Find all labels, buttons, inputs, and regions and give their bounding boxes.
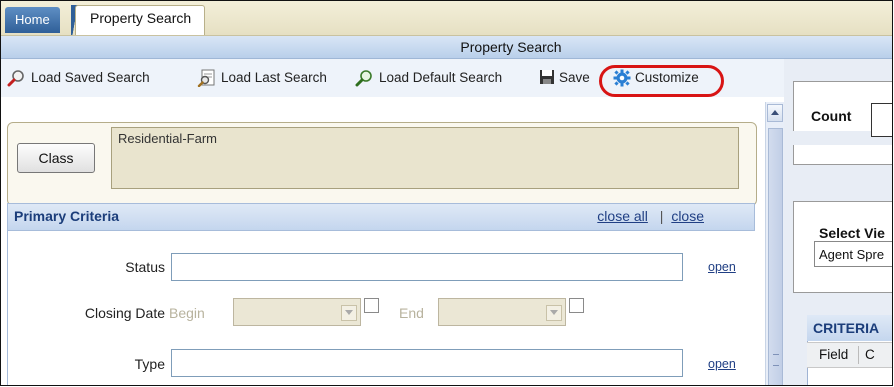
class-button[interactable]: Class (17, 143, 95, 173)
status-input[interactable] (171, 253, 683, 281)
load-default-search-label: Load Default Search (379, 70, 503, 85)
criteria-col-c[interactable]: C (865, 343, 875, 367)
load-last-search-button[interactable]: Load Last Search (197, 68, 327, 88)
link-separator: | (659, 208, 664, 224)
close-all-link[interactable]: close all (597, 208, 648, 224)
save-label: Save (559, 70, 590, 85)
scrollbar-thumb[interactable] (768, 128, 783, 385)
chevron-down-icon (546, 305, 562, 321)
closing-date-end-select[interactable] (438, 298, 566, 326)
document-magnifier-icon (197, 69, 217, 88)
closing-date-label: Closing Date (84, 305, 165, 321)
type-open-link[interactable]: open (708, 357, 736, 371)
primary-criteria-header: Primary Criteria close all | close (7, 203, 755, 231)
save-button[interactable]: Save (539, 68, 590, 88)
criteria-col-field[interactable]: Field (819, 343, 848, 367)
criteria-header: CRITERIA (807, 315, 892, 341)
count-display (871, 103, 892, 137)
magnifier-green-icon (355, 69, 375, 87)
tab-bar: Home Property Search (1, 1, 892, 36)
type-input[interactable] (171, 349, 683, 377)
closing-date-begin-select[interactable] (233, 298, 361, 326)
close-link[interactable]: close (671, 208, 704, 224)
load-saved-search-label: Load Saved Search (31, 70, 150, 85)
window-title-bar: Property Search (1, 36, 892, 59)
primary-criteria-links: close all | close (597, 208, 704, 224)
closing-date-begin-checkbox[interactable] (364, 298, 379, 313)
load-saved-search-button[interactable]: Load Saved Search (7, 68, 150, 88)
tab-home[interactable]: Home (5, 7, 60, 33)
scrollbar-grip-icon (773, 354, 779, 366)
vertical-scrollbar[interactable] (765, 102, 785, 385)
type-label: Type (134, 356, 165, 372)
load-default-search-button[interactable]: Load Default Search (355, 68, 502, 88)
customize-highlight-circle (599, 65, 724, 97)
magnifier-red-icon (7, 69, 27, 87)
load-last-search-label: Load Last Search (221, 70, 327, 85)
floppy-disk-icon (539, 69, 555, 87)
criteria-column-headers: Field C (807, 342, 892, 368)
column-separator (858, 346, 859, 364)
scroll-up-arrow-icon[interactable] (767, 104, 783, 122)
closing-date-end-label: End (399, 305, 424, 321)
closing-date-end-checkbox[interactable] (569, 298, 584, 313)
primary-criteria-title: Primary Criteria (14, 208, 120, 224)
tab-property-search[interactable]: Property Search (75, 5, 205, 35)
select-view-dropdown[interactable]: Agent Spre (814, 241, 892, 267)
status-label: Status (125, 259, 165, 275)
closing-date-begin-label: Begin (169, 305, 205, 321)
count-label: Count (811, 108, 852, 124)
toolbar: Load Saved Search Load Last Search Load … (1, 59, 791, 97)
class-value-field[interactable]: Residential-Farm (111, 127, 739, 189)
select-view-label: Select Vie (819, 225, 885, 241)
window-title: Property Search (460, 39, 562, 55)
status-open-link[interactable]: open (708, 260, 736, 274)
chevron-down-icon (341, 305, 357, 321)
app-window: Home Property Search Property Search Loa… (0, 0, 893, 386)
